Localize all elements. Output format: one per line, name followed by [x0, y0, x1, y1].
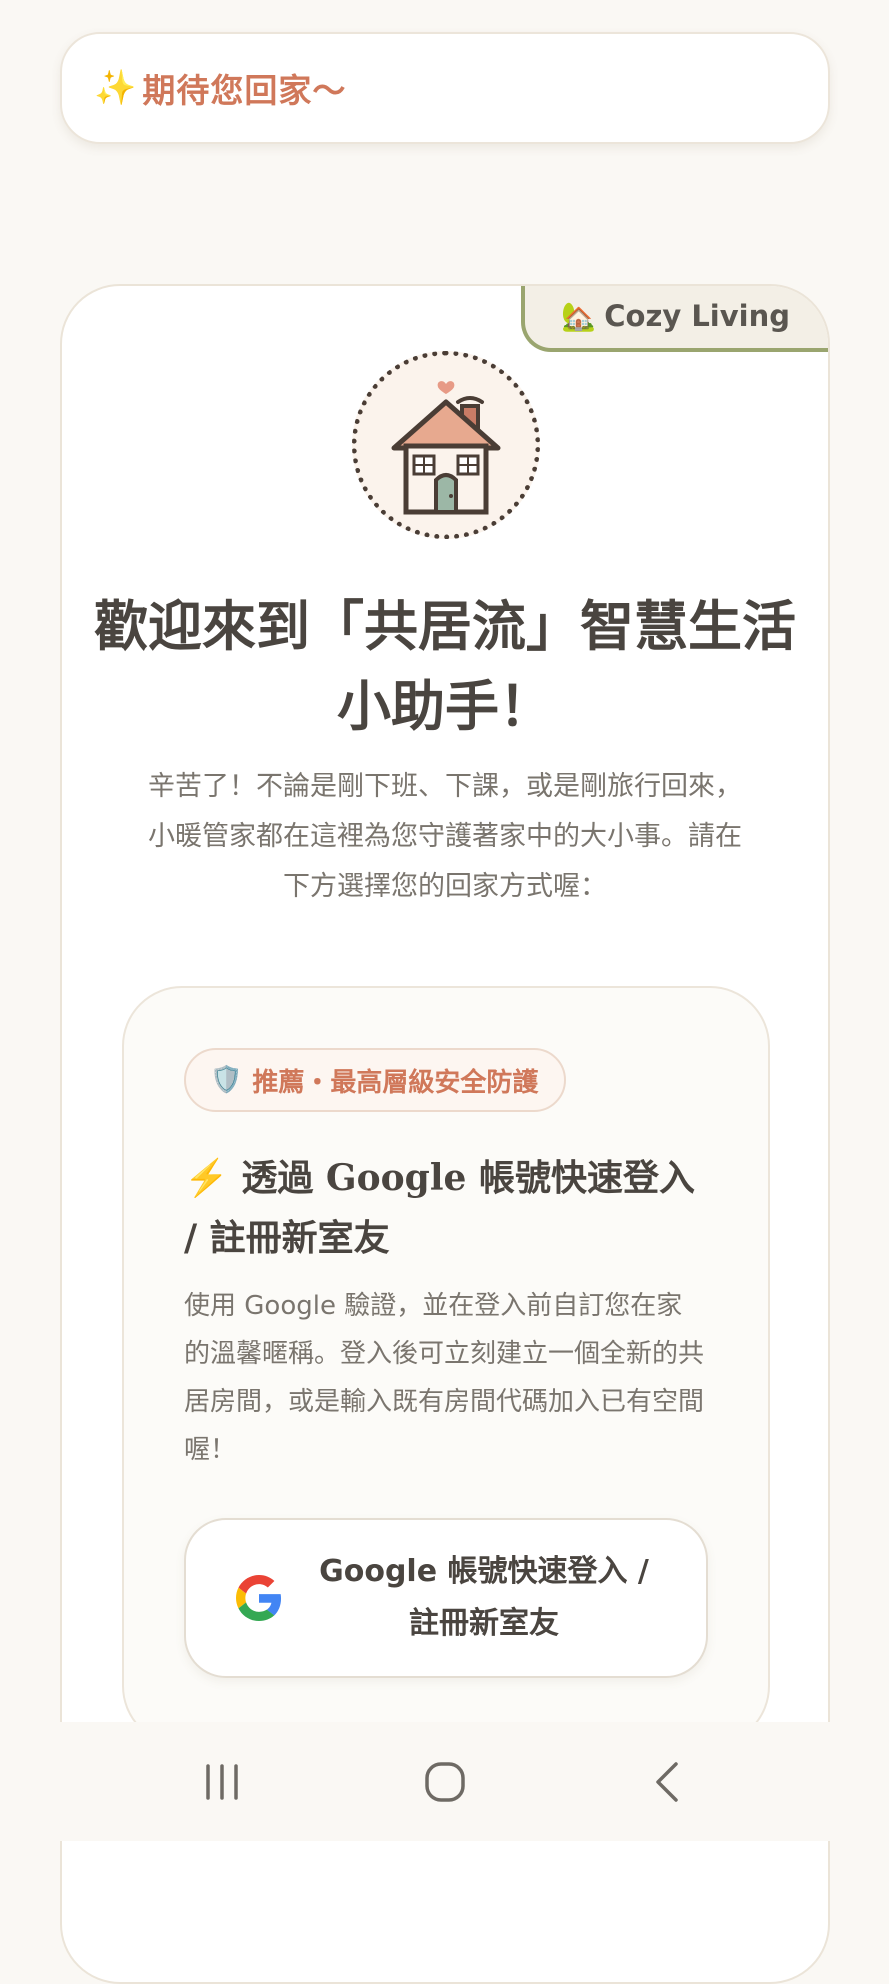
home-icon: [424, 1761, 465, 1802]
security-badge: 🛡️ 推薦・最高層級安全防護: [184, 1048, 567, 1112]
greeting-text: 期待您回家～: [142, 71, 347, 110]
house-logo-icon: [352, 351, 540, 539]
recent-apps-button[interactable]: [172, 1742, 272, 1822]
recent-apps-icon: [205, 1763, 238, 1800]
welcome-description: 辛苦了！不論是剛下班、下課，或是剛旅行回來，小暖管家都在這裡為您守護著家中的大小…: [148, 771, 742, 902]
google-login-button[interactable]: Google 帳號快速登入 / 註冊新室友: [184, 1518, 708, 1678]
sparkles-icon: ✨: [94, 68, 137, 108]
house-icon: 🏡: [561, 299, 597, 333]
lightning-icon: ⚡: [184, 1157, 242, 1199]
google-login-card: 🛡️ 推薦・最高層級安全防護 ⚡ 透過 Google 帳號快速登入 / 註冊新室…: [122, 986, 770, 1746]
greeting-banner: ✨ 期待您回家～: [60, 32, 830, 144]
google-login-label: Google 帳號快速登入 / 註冊新室友: [319, 1554, 649, 1641]
login-method-title: ⚡ 透過 Google 帳號快速登入 / 註冊新室友: [184, 1148, 708, 1268]
google-icon: [236, 1575, 282, 1621]
cozy-living-label: Cozy Living: [604, 299, 790, 333]
system-navigation-bar: [0, 1722, 889, 1841]
welcome-title: 歡迎來到「共居流」智慧生活小助手！: [94, 594, 796, 738]
back-icon: [655, 1761, 678, 1802]
login-method-description: 使用 Google 驗證，並在登入前自訂您在家的溫馨暱稱。登入後可立刻建立一個全…: [184, 1291, 705, 1465]
back-button[interactable]: [618, 1742, 718, 1822]
shield-icon: 🛡️: [210, 1065, 243, 1095]
cozy-living-tag: 🏡 Cozy Living: [521, 286, 828, 352]
security-badge-text: 推薦・最高層級安全防護: [252, 1067, 539, 1098]
login-method-title-text: 透過 Google 帳號快速登入 / 註冊新室友: [184, 1157, 695, 1259]
home-button[interactable]: [395, 1742, 495, 1822]
